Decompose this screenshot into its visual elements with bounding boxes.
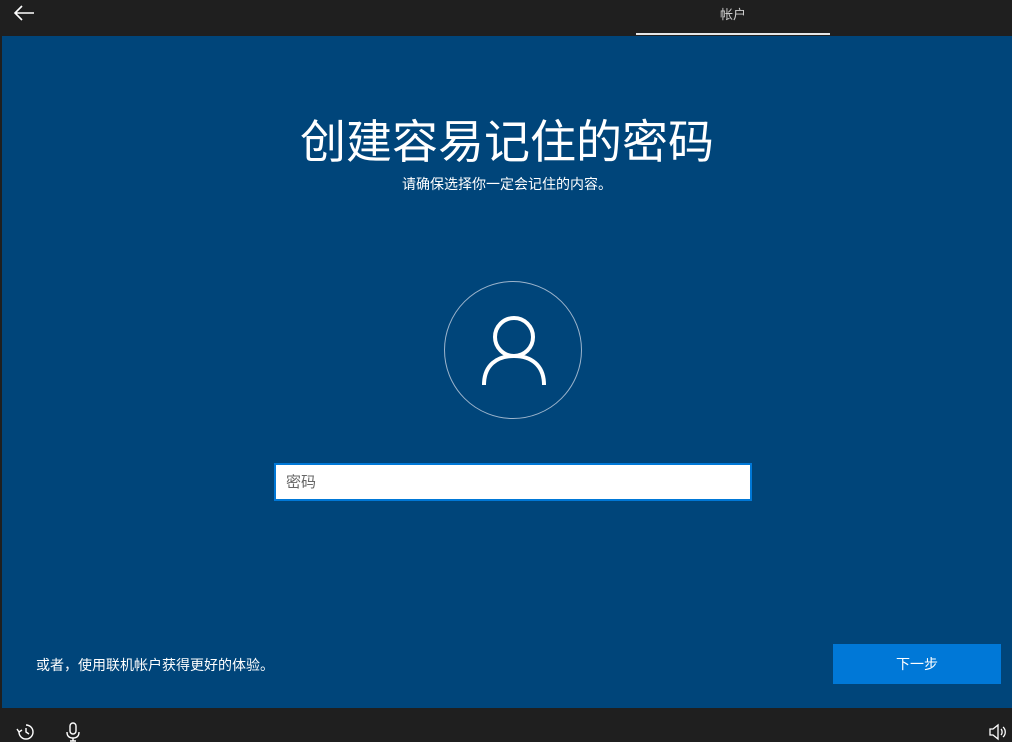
microphone-button[interactable] <box>64 722 84 742</box>
volume-icon <box>989 723 1006 741</box>
ease-of-access-button[interactable] <box>16 722 36 742</box>
top-bar: 帐户 <box>0 0 1012 36</box>
back-button[interactable] <box>8 0 40 26</box>
avatar <box>444 281 582 419</box>
tab-indicator <box>636 33 830 35</box>
password-input[interactable] <box>274 463 752 501</box>
user-icon <box>482 316 546 386</box>
next-button[interactable]: 下一步 <box>833 644 1001 684</box>
online-account-link[interactable]: 或者，使用联机帐户获得更好的体验。 <box>36 655 274 675</box>
tab-account-label: 帐户 <box>719 8 746 23</box>
oobe-screen: 帐户 创建容易记住的密码 请确保选择你一定会记住的内容。 或者，使用联机帐户获得… <box>0 0 1012 742</box>
volume-button[interactable] <box>988 722 1008 742</box>
microphone-icon <box>66 722 80 742</box>
page-title: 创建容易记住的密码 <box>300 115 714 169</box>
page-subtitle: 请确保选择你一定会记住的内容。 <box>402 177 612 193</box>
back-arrow-icon <box>13 5 34 21</box>
main-content: 创建容易记住的密码 请确保选择你一定会记住的内容。 或者，使用联机帐户获得更好的… <box>2 36 1012 708</box>
tab-account[interactable]: 帐户 <box>636 0 830 36</box>
bottom-bar <box>0 708 1012 742</box>
ease-of-access-icon <box>16 724 34 740</box>
